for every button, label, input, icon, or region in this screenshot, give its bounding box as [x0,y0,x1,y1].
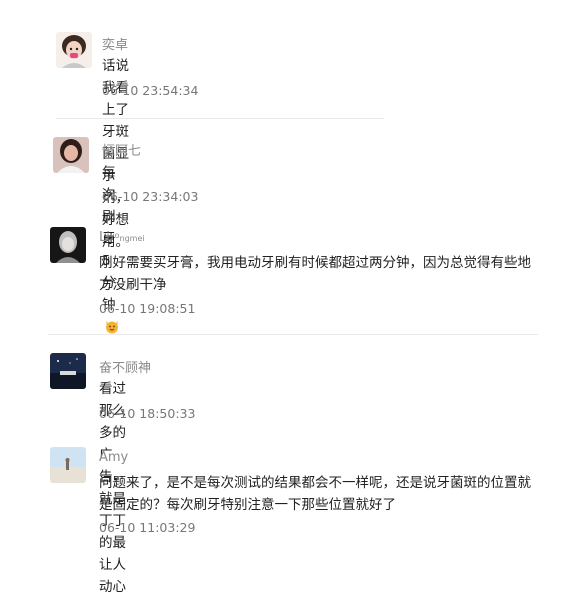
author-name-superscript: yo [109,231,120,240]
divider [48,334,538,335]
comment-text-line: 问题来了，是不是每次测试的结果都会不一样呢，还是说牙菌斑的位置就 [99,475,531,491]
beach-avatar-icon[interactable] [50,447,86,483]
author-name-suffix: ngmei [119,234,145,243]
comment-text-line: 方没刷干净 [99,277,167,293]
comment-author[interactable]: 恒阿七 [102,140,141,159]
comment-timestamp: 06-10 19:08:51 [99,301,196,316]
comment-timestamp: 06-10 18:50:33 [99,406,196,421]
comment-timestamp: 06-10 11:03:29 [99,520,196,535]
comment-author[interactable]: Liyongmei [99,230,145,245]
woman-photo-avatar-icon[interactable] [53,137,89,173]
comment-timestamp: 06-10 23:34:03 [102,189,199,204]
author-name-part: Li [99,230,110,245]
comment-text: 问题来了，是不是每次测试的结果都会不一样呢，还是说牙菌斑的位置就 是固定的？每次… [99,472,539,516]
comment-author[interactable]: Amy [99,450,128,465]
comment-timestamp: 06-10 23:54:34 [102,83,199,98]
cat-face-emoji [104,318,120,334]
girl-cartoon-avatar-icon[interactable] [56,32,92,68]
night-city-avatar-icon[interactable] [50,353,86,389]
comment-text: 刚好需要买牙膏，我用电动牙刷有时候都超过两分钟，因为总觉得有些地 方没刷干净 [99,252,539,296]
comment-author[interactable]: 奋不顾神 [99,357,151,376]
dark-portrait-avatar-icon[interactable] [50,227,86,263]
comment-author[interactable]: 奕卓 [102,34,128,53]
comment-text-line: 刚好需要买牙膏，我用电动牙刷有时候都超过两分钟，因为总觉得有些地 [99,255,531,271]
comment-text-line: 是固定的？每次刷牙特别注意一下那些位置就好了 [99,497,396,513]
divider [56,118,384,119]
